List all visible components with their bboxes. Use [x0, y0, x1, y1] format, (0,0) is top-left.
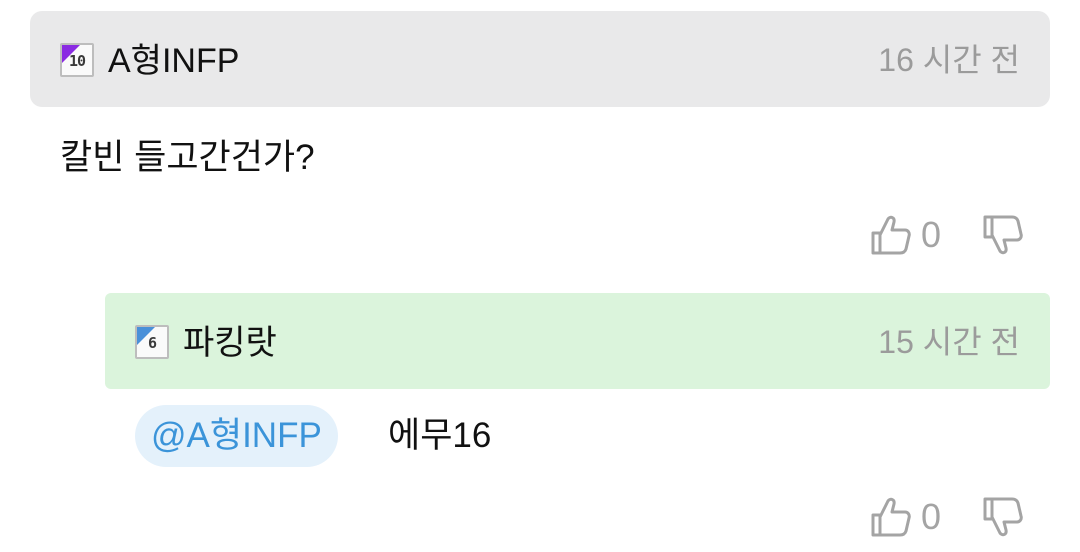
reply-username[interactable]: 파킹랏	[183, 323, 277, 363]
thumbs-down-icon[interactable]	[981, 213, 1025, 257]
reply-vote-row: 0	[869, 492, 1025, 542]
comment-timestamp: 16 시간 전	[878, 42, 1020, 78]
level-badge-icon: 6	[135, 325, 169, 359]
thumbs-up-icon[interactable]	[869, 213, 913, 257]
thumbs-up-icon[interactable]	[869, 495, 913, 539]
reply-timestamp: 15 시간 전	[878, 324, 1020, 360]
comment-vote-row: 0	[869, 210, 1025, 260]
comment-thread: 10 A형INFP 16 시간 전 칼빈 들고간건가? 0 6 파킹랏 15 시…	[0, 0, 1080, 552]
mention-chip[interactable]: @A형INFP	[135, 405, 338, 467]
reply-like-count: 0	[920, 496, 941, 537]
comment-text: 칼빈 들고간건가?	[60, 138, 315, 177]
comment-like-count: 0	[920, 214, 941, 255]
comment-username[interactable]: A형INFP	[108, 41, 239, 81]
comment-header: 10 A형INFP 16 시간 전	[30, 11, 1050, 107]
reply-header: 6 파킹랏 15 시간 전	[105, 293, 1050, 389]
thumbs-down-icon[interactable]	[981, 495, 1025, 539]
reply-text: 에무16	[388, 416, 492, 455]
level-badge-icon: 10	[60, 43, 94, 77]
